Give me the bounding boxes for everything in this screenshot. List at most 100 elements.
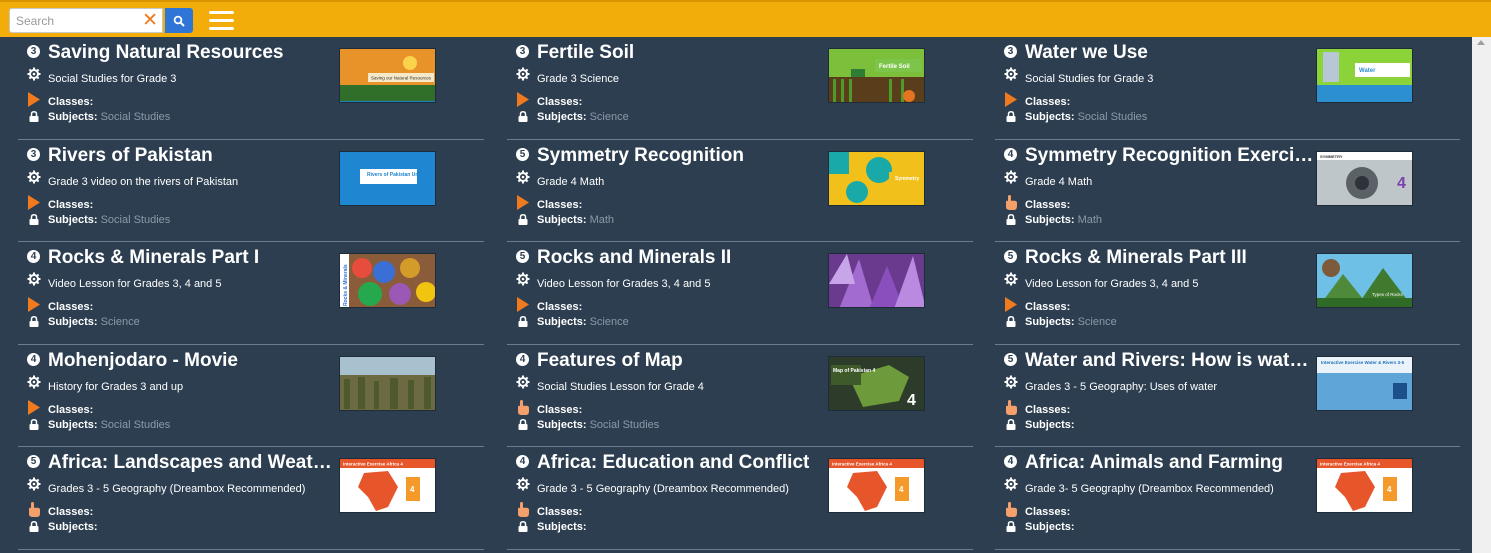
lesson-card[interactable]: 5 Water and Rivers: How is wate... Grades … — [995, 345, 1460, 447]
subjects-field: Subjects: Social Studies — [48, 419, 170, 431]
lock-icon — [1006, 316, 1016, 327]
hand-pointer-icon[interactable] — [1004, 399, 1018, 415]
play-icon[interactable] — [27, 399, 41, 415]
gear-icon[interactable] — [516, 67, 530, 81]
gear-icon[interactable] — [27, 375, 41, 389]
gear-icon[interactable] — [516, 477, 530, 491]
search-input[interactable] — [16, 10, 136, 31]
lesson-title[interactable]: Mohenjodaro - Movie — [48, 350, 338, 372]
classes-label: Classes: — [1025, 301, 1071, 313]
lesson-title[interactable]: Fertile Soil — [537, 42, 827, 64]
search-button[interactable] — [165, 8, 193, 33]
play-icon[interactable] — [516, 194, 530, 210]
lesson-card[interactable]: 4 Mohenjodaro - Movie History for Grades 3… — [18, 345, 484, 447]
gear-icon[interactable] — [1004, 477, 1018, 491]
gear-icon[interactable] — [516, 170, 530, 184]
gear-icon[interactable] — [1004, 170, 1018, 184]
hand-pointer-icon[interactable] — [516, 399, 530, 415]
lesson-title[interactable]: Africa: Landscapes and Weath... — [48, 452, 338, 474]
lesson-thumbnail[interactable]: Symmetry — [828, 150, 925, 206]
lock-icon — [518, 316, 528, 327]
lesson-thumbnail[interactable]: 4 Interactive Exercise Africa 4 — [1316, 458, 1413, 513]
lesson-card[interactable]: 5 Rocks and Minerals II Video Lesson for G… — [507, 242, 973, 345]
lesson-card[interactable]: 4 Features of Map Social Studies Lesson fo… — [507, 345, 973, 447]
lesson-thumbnail[interactable]: 4 Interactive Exercise Africa 4 — [828, 458, 925, 513]
lesson-thumbnail[interactable]: Water — [1316, 48, 1413, 103]
lesson-title[interactable]: Rivers of Pakistan — [48, 145, 338, 167]
lesson-title[interactable]: Symmetry Recognition — [537, 145, 827, 167]
lesson-title[interactable]: Africa: Education and Conflict — [537, 452, 827, 474]
lesson-title[interactable]: Africa: Animals and Farming — [1025, 452, 1315, 474]
lesson-title[interactable]: Rocks and Minerals II — [537, 247, 827, 269]
lesson-title[interactable]: Symmetry Recognition Exercise — [1025, 145, 1315, 167]
lesson-description: Grade 4 Math — [537, 175, 605, 188]
subjects-value: Social Studies — [100, 418, 171, 431]
hand-pointer-icon[interactable] — [1004, 502, 1018, 517]
lesson-title[interactable]: Features of Map — [537, 350, 827, 372]
gear-icon[interactable] — [1004, 67, 1018, 81]
subjects-field: Subjects: Social Studies — [537, 419, 659, 431]
lesson-description: Grade 4 Math — [1025, 175, 1093, 188]
play-icon[interactable] — [1004, 297, 1018, 312]
lesson-description: Video Lesson for Grades 3, 4 and 5 — [537, 278, 711, 290]
svg-text:Symmetry: Symmetry — [895, 176, 919, 182]
lesson-title[interactable]: Rocks & Minerals Part III — [1025, 247, 1315, 269]
gear-icon[interactable] — [27, 67, 41, 81]
scrollbar[interactable] — [1472, 37, 1491, 553]
play-icon[interactable] — [27, 194, 41, 210]
lesson-thumbnail[interactable]: 4 Interactive Exercise Africa 4 — [339, 458, 436, 513]
svg-text:4: 4 — [1397, 175, 1406, 192]
gear-icon[interactable] — [1004, 375, 1018, 389]
lesson-thumbnail[interactable]: SYMMETRY 4 — [1316, 150, 1413, 206]
gear-icon[interactable] — [27, 477, 41, 491]
play-icon[interactable] — [1004, 92, 1018, 107]
gear-icon[interactable] — [516, 272, 530, 286]
lesson-thumbnail[interactable]: Rivers of Pakistan Unit 1 — [339, 150, 436, 206]
play-icon[interactable] — [27, 297, 41, 312]
lesson-thumbnail[interactable]: Types of Rocks — [1316, 253, 1413, 308]
lesson-card[interactable]: 5 Symmetry Recognition Grade 4 Math Classes… — [507, 140, 973, 242]
lesson-thumbnail[interactable]: Map of Pakistan 4 4 — [828, 355, 925, 411]
lesson-card[interactable]: 3 Water we Use Social Studies for Grade 3 C… — [995, 37, 1460, 140]
gear-icon[interactable] — [516, 375, 530, 389]
lesson-card[interactable]: 4 Africa: Education and Conflict Grade 3 -… — [507, 447, 973, 550]
lesson-card[interactable]: 5 Rocks & Minerals Part III Video Lesson f… — [995, 242, 1460, 345]
hand-pointer-icon[interactable] — [1004, 194, 1018, 210]
subjects-field: Subjects: Science — [48, 316, 140, 328]
lesson-thumbnail[interactable]: Rocks & Minerals — [339, 253, 436, 308]
subjects-label: Subjects: — [537, 213, 587, 226]
lesson-card[interactable]: 5 Africa: Landscapes and Weath... Grades 3… — [18, 447, 484, 550]
lesson-thumbnail[interactable] — [828, 253, 925, 308]
gear-icon[interactable] — [27, 272, 41, 286]
gear-icon[interactable] — [1004, 272, 1018, 286]
lesson-thumbnail[interactable] — [339, 355, 436, 411]
grade-badge: 4 — [1004, 455, 1017, 468]
lesson-title[interactable]: Rocks & Minerals Part I — [48, 247, 338, 269]
lesson-thumbnail[interactable]: Interactive Exercise Water & Rivers 3-5 — [1316, 355, 1413, 411]
lock-icon — [29, 316, 39, 327]
lesson-description: Grade 3 - 5 Geography (Dreambox Recommen… — [537, 483, 789, 495]
scroll-up-arrow-icon[interactable] — [1477, 40, 1485, 45]
lesson-card[interactable]: 4 Africa: Animals and Farming Grade 3- 5 G… — [995, 447, 1460, 550]
lesson-card[interactable]: 3 Saving Natural Resources Social Studies … — [18, 37, 484, 140]
lesson-thumbnail[interactable]: Fertile Soil — [828, 48, 925, 103]
lesson-title[interactable]: Saving Natural Resources — [48, 42, 338, 64]
lesson-thumbnail[interactable]: Saving our Natural Resources — [339, 48, 436, 103]
hamburger-menu-icon[interactable] — [209, 11, 234, 31]
subjects-value: Math — [589, 213, 615, 226]
gear-icon[interactable] — [27, 170, 41, 184]
subjects-label: Subjects: — [1025, 316, 1075, 328]
hand-pointer-icon[interactable] — [27, 502, 41, 517]
subjects-label: Subjects: — [48, 111, 98, 123]
hand-pointer-icon[interactable] — [516, 502, 530, 517]
play-icon[interactable] — [27, 92, 41, 107]
lesson-card[interactable]: 4 Symmetry Recognition Exercise Grade 4 Ma… — [995, 140, 1460, 242]
close-icon[interactable]: ✕ — [142, 10, 158, 31]
lesson-card[interactable]: 3 Rivers of Pakistan Grade 3 video on the … — [18, 140, 484, 242]
lesson-card[interactable]: 3 Fertile Soil Grade 3 Science Classes: Subj… — [507, 37, 973, 140]
lesson-title[interactable]: Water and Rivers: How is wate... — [1025, 350, 1315, 372]
play-icon[interactable] — [516, 92, 530, 107]
play-icon[interactable] — [516, 297, 530, 312]
lesson-title[interactable]: Water we Use — [1025, 42, 1315, 64]
lesson-card[interactable]: 4 Rocks & Minerals Part I Video Lesson for… — [18, 242, 484, 345]
